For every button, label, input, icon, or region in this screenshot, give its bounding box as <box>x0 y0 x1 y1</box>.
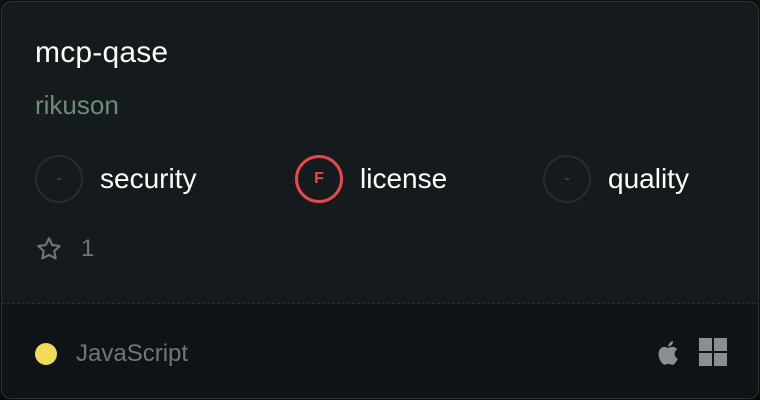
score-quality: - quality <box>543 155 689 203</box>
quality-grade-badge: - <box>543 155 591 203</box>
repo-author[interactable]: rikuson <box>35 90 119 121</box>
security-label: security <box>100 163 197 194</box>
score-license: F license <box>295 155 447 203</box>
windows-icon <box>699 338 727 366</box>
repo-name[interactable]: mcp-qase <box>35 36 168 70</box>
card-footer: JavaScript <box>2 303 758 398</box>
repo-card[interactable]: mcp-qase rikuson - security F license - … <box>1 1 759 399</box>
score-security: - security <box>35 155 196 203</box>
apple-icon <box>658 341 678 365</box>
star-count: 1 <box>35 235 94 263</box>
license-grade-badge: F <box>295 155 343 203</box>
language-color-dot <box>35 343 57 365</box>
star-icon <box>37 237 61 260</box>
language-name: JavaScript <box>76 340 189 367</box>
language: JavaScript <box>35 340 188 368</box>
license-label: license <box>360 163 448 194</box>
quality-label: quality <box>608 163 689 194</box>
star-count-value: 1 <box>81 235 95 262</box>
security-grade-badge: - <box>35 155 83 203</box>
